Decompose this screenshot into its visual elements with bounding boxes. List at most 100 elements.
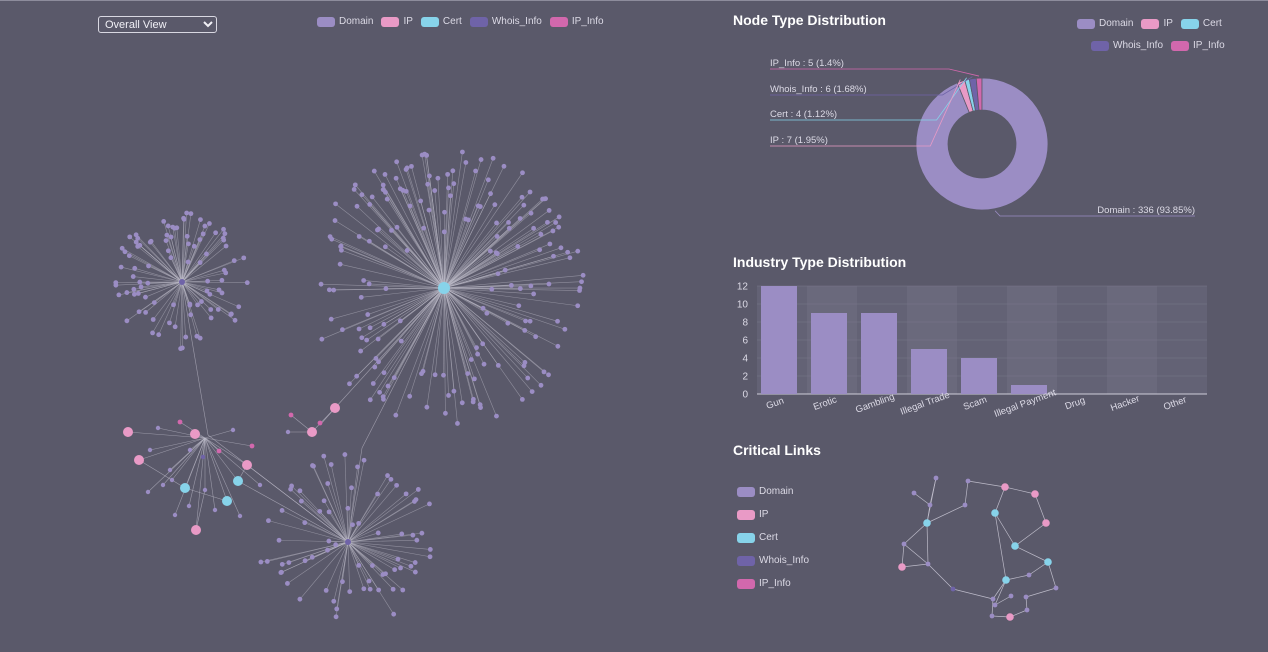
domain-node[interactable] [168, 234, 174, 240]
domain-node[interactable] [151, 300, 157, 305]
domain-node[interactable] [381, 321, 387, 327]
domain-node[interactable] [426, 173, 432, 179]
domain-node[interactable] [147, 239, 153, 245]
domain-node[interactable] [279, 508, 285, 513]
domain-node[interactable] [367, 586, 373, 592]
critical-node[interactable] [1006, 613, 1014, 621]
links-legend-item-ip-info[interactable]: IP_Info [737, 572, 809, 595]
domain-node[interactable] [184, 233, 190, 239]
domain-node[interactable] [186, 241, 191, 247]
domain-node[interactable] [580, 272, 586, 278]
domain-node[interactable] [338, 243, 344, 249]
domain-node[interactable] [459, 400, 465, 406]
domain-node[interactable] [358, 348, 364, 354]
domain-node[interactable] [407, 393, 413, 399]
domain-node[interactable] [380, 394, 386, 400]
domain-node[interactable] [445, 171, 451, 177]
domain-node[interactable] [403, 491, 409, 497]
domain-node[interactable] [167, 320, 172, 326]
domain-node[interactable] [451, 181, 457, 187]
domain-node[interactable] [380, 572, 386, 577]
domain-node[interactable] [393, 412, 399, 418]
domain-node[interactable] [222, 231, 228, 237]
link-node[interactable] [177, 419, 183, 425]
domain-node[interactable] [399, 531, 405, 537]
critical-node[interactable] [1011, 542, 1019, 550]
domain-node[interactable] [442, 209, 447, 215]
pie-legend-item-cert[interactable]: Cert [1180, 18, 1222, 29]
critical-node[interactable] [1001, 483, 1009, 491]
domain-node[interactable] [124, 290, 130, 295]
domain-node[interactable] [356, 326, 362, 332]
domain-node[interactable] [409, 163, 414, 169]
domain-node[interactable] [187, 301, 193, 307]
critical-node[interactable] [927, 502, 933, 508]
domain-node[interactable] [389, 227, 394, 233]
domain-node[interactable] [126, 253, 132, 259]
domain-node[interactable] [178, 346, 184, 352]
domain-node[interactable] [541, 369, 547, 375]
domain-node[interactable] [146, 263, 151, 269]
domain-node[interactable] [383, 286, 389, 292]
domain-node[interactable] [207, 221, 212, 226]
domain-node[interactable] [555, 343, 561, 349]
view-select-dropdown[interactable]: Overall View [98, 16, 217, 33]
domain-node[interactable] [347, 589, 353, 595]
link-node[interactable] [200, 454, 206, 460]
domain-node[interactable] [394, 159, 400, 165]
domain-node[interactable] [164, 232, 170, 238]
domain-node[interactable] [385, 383, 391, 389]
domain-node[interactable] [130, 274, 136, 279]
domain-node[interactable] [547, 241, 553, 247]
domain-node[interactable] [328, 462, 334, 467]
domain-node[interactable] [527, 318, 533, 324]
domain-node[interactable] [113, 282, 119, 288]
domain-node[interactable] [340, 327, 345, 333]
domain-node[interactable] [533, 334, 539, 340]
domain-node[interactable] [131, 291, 137, 297]
domain-node[interactable] [441, 229, 447, 235]
domain-node[interactable] [221, 226, 226, 232]
domain-node[interactable] [165, 248, 171, 254]
domain-node[interactable] [333, 201, 338, 207]
link-node[interactable] [155, 425, 161, 431]
critical-node[interactable] [990, 596, 996, 602]
link-node[interactable] [167, 467, 173, 473]
domain-node[interactable] [359, 192, 365, 198]
critical-node[interactable] [950, 586, 956, 592]
domain-node[interactable] [309, 554, 315, 560]
critical-node[interactable] [1044, 558, 1052, 566]
pie-legend-item-ip[interactable]: IP [1141, 18, 1173, 29]
domain-node[interactable] [410, 532, 416, 538]
domain-node[interactable] [279, 561, 285, 567]
domain-node[interactable] [395, 556, 401, 562]
domain-node[interactable] [326, 287, 332, 293]
link-node[interactable] [230, 427, 236, 433]
domain-node[interactable] [204, 251, 209, 257]
domain-node[interactable] [138, 284, 144, 290]
domain-node[interactable] [537, 247, 543, 253]
domain-node[interactable] [333, 614, 339, 620]
critical-node[interactable] [1024, 607, 1030, 613]
domain-node[interactable] [195, 302, 200, 308]
domain-node[interactable] [302, 558, 308, 564]
domain-node[interactable] [493, 250, 499, 256]
domain-node[interactable] [163, 238, 169, 243]
domain-node[interactable] [579, 279, 584, 285]
domain-node[interactable] [350, 522, 355, 528]
domain-node[interactable] [376, 226, 381, 232]
domain-node[interactable] [219, 290, 225, 296]
domain-node[interactable] [136, 309, 142, 315]
critical-node[interactable] [923, 519, 931, 527]
domain-node[interactable] [412, 499, 417, 504]
domain-node[interactable] [398, 338, 404, 344]
critical-node[interactable] [1026, 572, 1032, 578]
domain-node[interactable] [484, 310, 490, 316]
domain-node[interactable] [325, 481, 331, 486]
link-node[interactable] [257, 482, 263, 488]
domain-node[interactable] [285, 429, 291, 435]
domain-node[interactable] [355, 464, 360, 470]
domain-node[interactable] [317, 508, 323, 514]
domain-node[interactable] [517, 216, 523, 221]
domain-node[interactable] [376, 359, 381, 365]
